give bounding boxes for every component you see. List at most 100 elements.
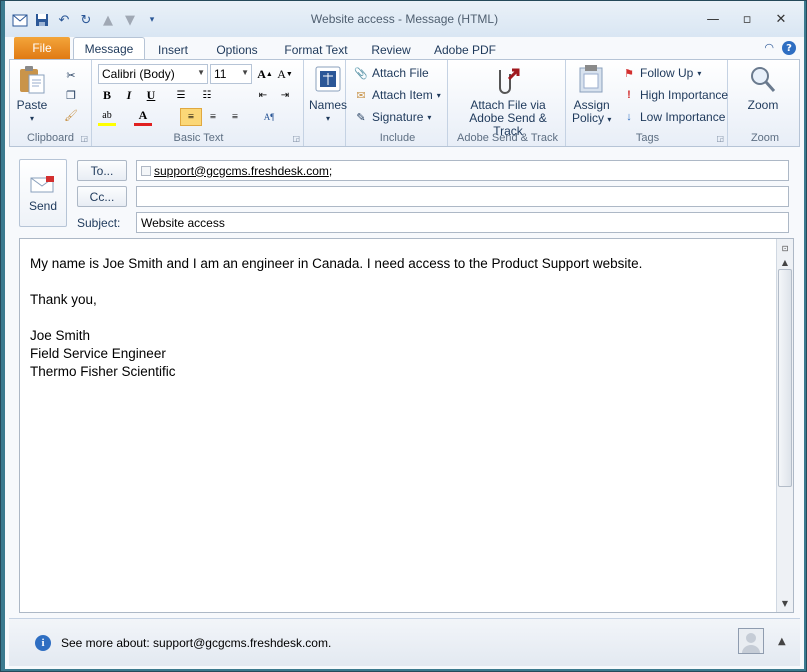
bullets-icon[interactable]: ☰ [172,86,190,104]
high-importance-button[interactable]: ! High Importance [622,88,728,102]
vertical-scrollbar[interactable]: ⊡ ▲ ▼ [776,239,793,612]
chevron-down-icon: ▾ [607,115,612,124]
ribbon-tabs: File Message Insert Options Format Text … [5,37,804,60]
body-line: Field Service Engineer [30,346,166,361]
paperclip-icon: 📎 [354,67,368,80]
highlight-icon[interactable]: ab [98,108,116,126]
names-button[interactable]: Names ▾ [309,64,347,125]
assign-policy-button[interactable]: Assign Policy ▾ [572,64,611,126]
body-line: Thank you, [30,292,97,307]
group-basic-text: Calibri (Body) ▼ 11 ▼ A ▲ A ▼ B I U ☰ ☷ ⇤ ⇥ … [94,60,304,146]
group-clipboard: Paste ▾ ✂ ❐ 🖌 Clipboard ◲ [10,60,92,146]
info-icon: i [35,635,51,651]
to-button[interactable]: To... [77,160,127,181]
cc-button[interactable]: Cc... [77,186,127,207]
tab-options[interactable]: Options [209,39,265,60]
clipboard-group-label: Clipboard [26,132,75,144]
body-line: Thermo Fisher Scientific [30,364,176,379]
person-icon [742,633,760,653]
align-right-icon[interactable]: ≡ [226,108,244,126]
to-field[interactable]: support@gcgcms.freshdesk.com; [136,160,789,181]
collapse-ribbon-icon[interactable]: ◠ [764,41,774,55]
low-importance-button[interactable]: ↓ Low Importance [622,110,725,124]
people-pane-bar: i See more about: support@gcgcms.freshde… [9,618,800,666]
body-line: Joe Smith [30,328,91,343]
paste-dropdown-icon: ▾ [29,114,34,123]
names-dropdown-icon: ▾ [326,114,331,123]
adobe-group-label: Adobe Send & Track [457,132,558,144]
zoom-button[interactable]: Zoom [738,64,788,112]
message-body-text[interactable]: My name is Joe Smith and I am an enginee… [30,255,642,381]
group-names: Names ▾ [306,60,347,146]
attach-item-button[interactable]: ✉ Attach Item ▾ [354,88,440,102]
scroll-thumb[interactable] [778,269,792,487]
underline-icon[interactable]: U [142,86,160,104]
group-include: 📎 Attach File ✉ Attach Item ▾ ✎ Signature ▾ I… [348,60,448,146]
attach-file-button[interactable]: 📎 Attach File [354,66,429,80]
grow-font-icon[interactable]: A ▲ [256,65,274,83]
bold-icon[interactable]: B [98,86,116,104]
attach-file-via-adobe-button[interactable]: Attach File via Adobe Send & Track [454,64,562,138]
help-icon[interactable]: ? [782,41,796,55]
paste-button[interactable]: Paste ▾ [16,64,48,125]
clipboard-launcher-icon[interactable]: ◲ [80,134,88,143]
close-icon[interactable]: ✕ [764,9,798,29]
assign-policy-icon [579,65,603,93]
italic-icon[interactable]: I [120,86,138,104]
align-left-icon[interactable]: ≡ [180,108,202,126]
chevron-down-icon: ▾ [427,112,432,122]
send-icon [30,175,54,192]
see-more-text[interactable]: See more about: support@gcgcms.freshdesk… [61,636,331,650]
follow-up-button[interactable]: ⚑ Follow Up ▾ [622,66,701,80]
scroll-up-icon[interactable]: ▲ [778,255,792,269]
cut-icon[interactable]: ✂ [64,68,78,82]
body-line [30,309,642,327]
signature-icon: ✎ [356,111,366,124]
attach-item-icon: ✉ [356,89,366,102]
tab-row-icons: ◠ ? [764,41,796,55]
window-content: ↶ ↻ ▲ ▼ ▾ Website access - Message (HTML… [5,1,804,669]
tags-launcher-icon[interactable]: ◲ [716,134,724,143]
recipient-link[interactable]: support@gcgcms.freshdesk.com [154,164,329,178]
increase-indent-icon[interactable]: ⇥ [276,86,294,104]
tags-group-label: Tags [635,132,660,144]
align-center-icon[interactable]: ≡ [204,108,222,126]
ruler-toggle-icon[interactable]: ⊡ [778,241,792,255]
window-controls: — ▫ ✕ [696,9,798,29]
font-color-icon[interactable]: A [134,108,152,126]
exclamation-icon: ! [627,89,631,101]
styles-icon[interactable]: A¶ [260,108,278,126]
font-size-combo[interactable]: 11 ▼ [210,64,252,84]
tab-file[interactable]: File [14,37,70,59]
tab-insert[interactable]: Insert [151,39,195,60]
window-title: Website access - Message (HTML) [310,12,499,26]
avatar[interactable] [738,628,764,654]
chevron-down-icon: ▾ [697,68,702,78]
copy-icon[interactable]: ❐ [64,88,78,102]
format-painter-icon[interactable]: 🖌 [64,108,78,122]
tab-format-text[interactable]: Format Text [278,39,354,60]
cc-field[interactable] [136,186,789,207]
tab-message[interactable]: Message [73,37,145,60]
subject-field[interactable]: Website access [136,212,789,233]
scroll-down-icon[interactable]: ▼ [778,596,792,610]
expand-people-pane-icon[interactable]: ▲ [778,636,786,647]
basic-text-launcher-icon[interactable]: ◲ [292,134,300,143]
decrease-indent-icon[interactable]: ⇤ [254,86,272,104]
subject-label: Subject: [77,216,121,230]
numbering-icon[interactable]: ☷ [198,86,216,104]
shrink-font-icon[interactable]: A ▼ [276,65,294,83]
signature-button[interactable]: ✎ Signature ▾ [354,110,431,124]
paste-icon [20,66,45,94]
send-button[interactable]: Send [19,159,67,227]
adobe-attach-icon [499,68,520,94]
zoom-group-label: Zoom [750,132,780,144]
basic-text-group-label: Basic Text [173,132,224,144]
tab-review[interactable]: Review [366,39,416,60]
tab-adobe-pdf[interactable]: Adobe PDF [431,39,499,60]
minimize-icon[interactable]: — [696,9,730,29]
message-body[interactable]: My name is Joe Smith and I am an enginee… [19,238,794,613]
font-name-combo[interactable]: Calibri (Body) ▼ [98,64,208,84]
maximize-icon[interactable]: ▫ [730,9,764,29]
magnifier-icon [751,67,776,92]
